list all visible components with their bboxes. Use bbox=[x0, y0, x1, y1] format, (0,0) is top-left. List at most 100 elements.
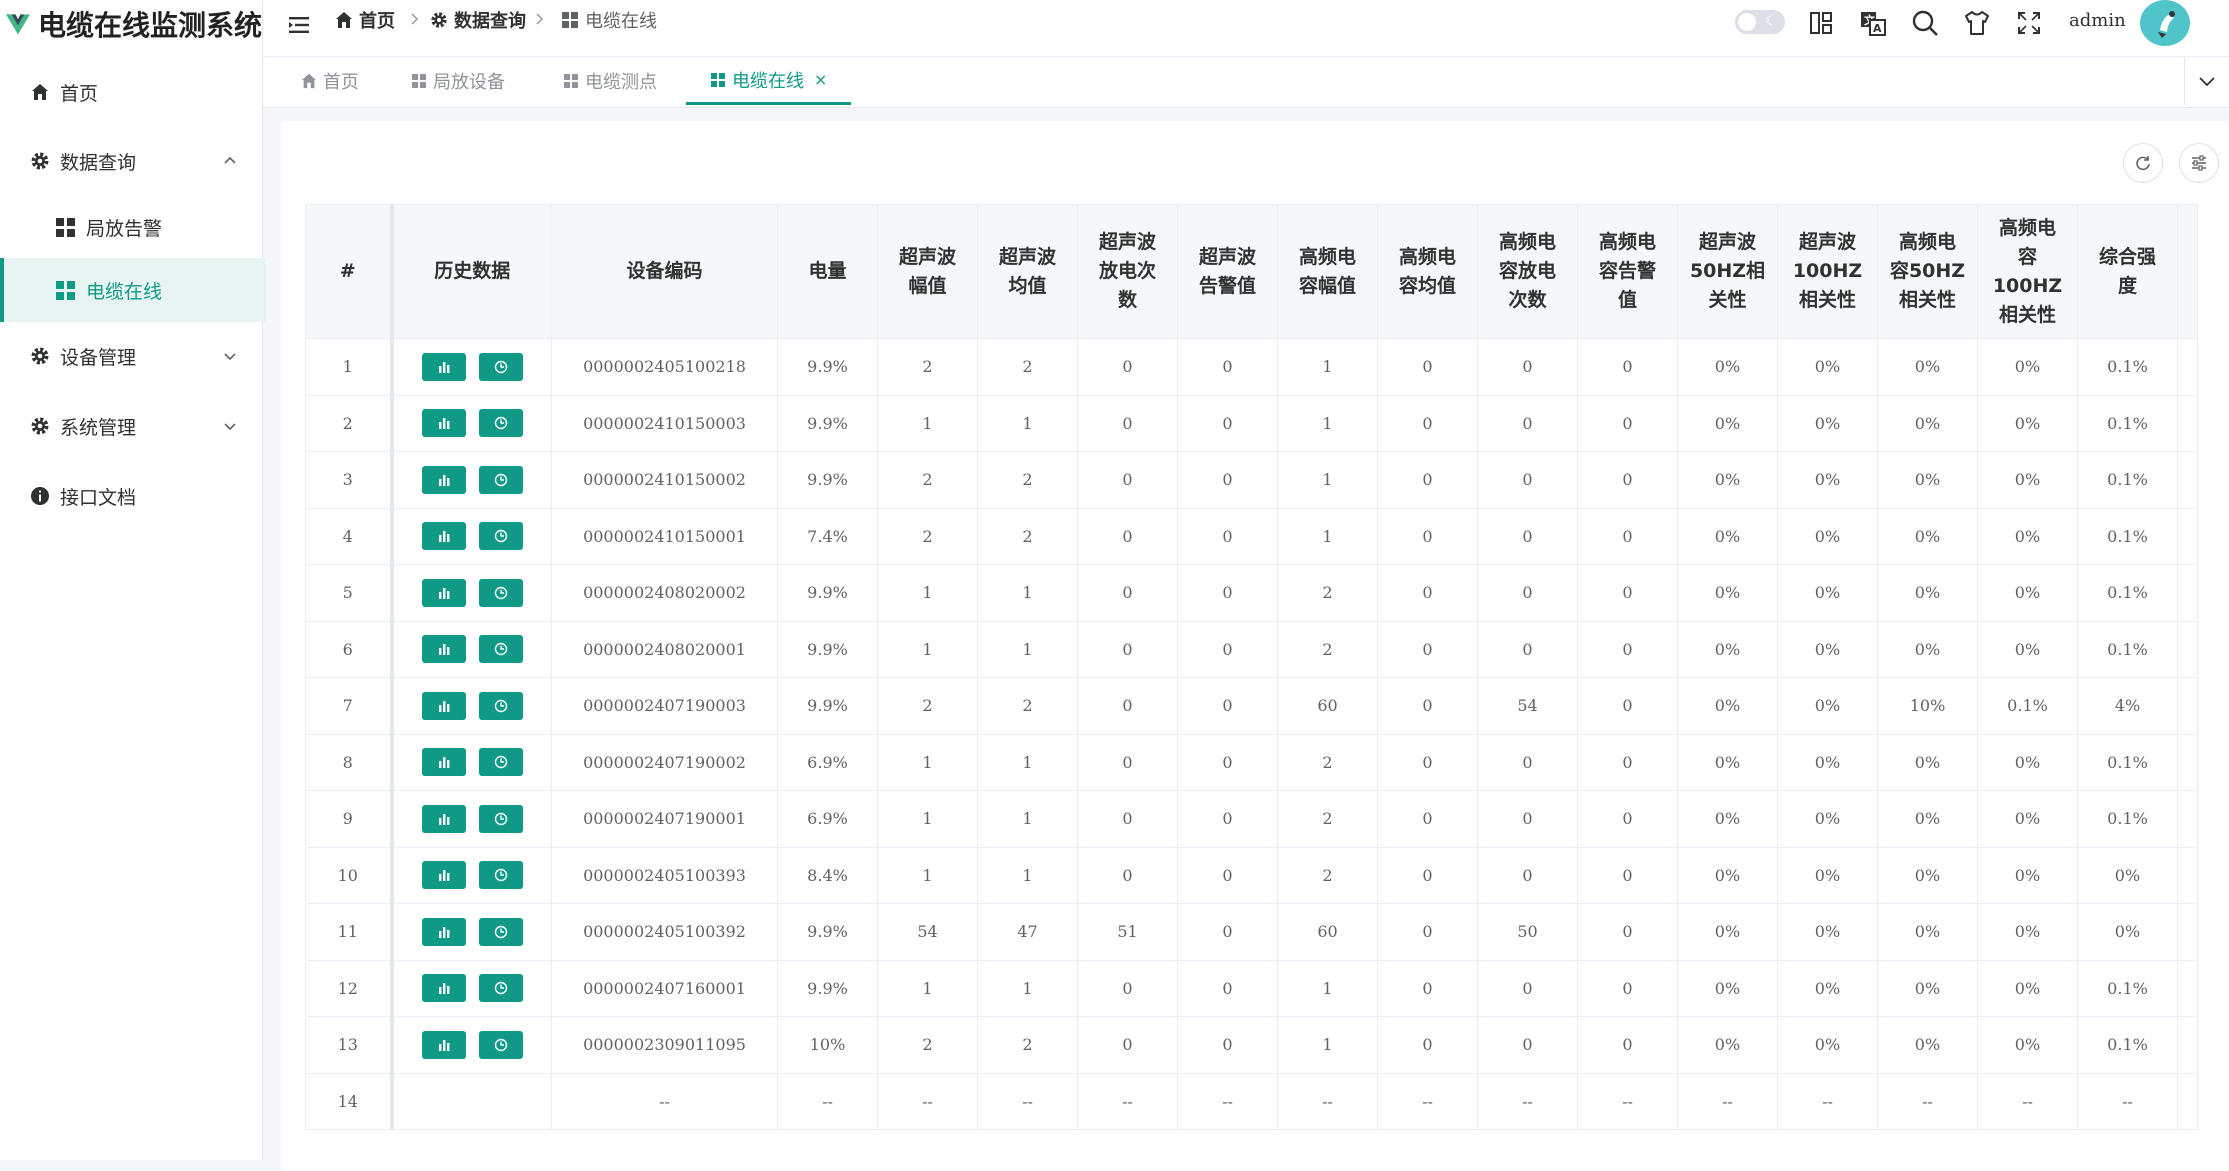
chart-button[interactable] bbox=[421, 974, 466, 1003]
chart-button[interactable] bbox=[421, 352, 466, 381]
close-icon[interactable]: × bbox=[814, 70, 827, 89]
table-cell: 1 bbox=[877, 846, 978, 904]
table-row: 13 0000002309011095 10% 2 2 0 0 1 0 0 0 0% 0% 0% 0% 0.1… bbox=[305, 1016, 2198, 1074]
table-cell: 0% bbox=[1977, 338, 2078, 396]
menu-fold-icon[interactable] bbox=[287, 13, 311, 37]
table-cell: 1 bbox=[1277, 338, 1378, 396]
history-button[interactable] bbox=[478, 635, 523, 664]
sidebar-item-home[interactable]: 首页 bbox=[0, 60, 262, 124]
translate-icon[interactable]: 文A bbox=[1858, 8, 1888, 38]
row-filler bbox=[2177, 903, 2198, 961]
row-filler bbox=[2177, 790, 2198, 848]
table-cell: 0% bbox=[1677, 733, 1778, 791]
chart-button[interactable] bbox=[421, 917, 466, 946]
chart-button[interactable] bbox=[421, 804, 466, 833]
table-cell: 0.1% bbox=[2077, 338, 2178, 396]
history-button[interactable] bbox=[478, 917, 523, 946]
refresh-button[interactable] bbox=[2123, 143, 2163, 183]
history-button[interactable] bbox=[478, 522, 523, 551]
bar-chart-icon bbox=[438, 813, 450, 825]
table-row: 7 0000002407190003 9.9% 2 2 0 0 60 0 54 0 0% 0% 10% 0.… bbox=[305, 677, 2198, 735]
chart-button[interactable] bbox=[421, 1030, 466, 1059]
history-button[interactable] bbox=[478, 748, 523, 777]
tab-cable-online[interactable]: 电缆在线 × bbox=[686, 57, 852, 105]
table-cell: 0 bbox=[1377, 733, 1478, 791]
table-cell: 0% bbox=[1877, 733, 1978, 791]
table-cell: 0% bbox=[1877, 903, 1978, 961]
chart-button[interactable] bbox=[421, 578, 466, 607]
gear-icon bbox=[30, 416, 50, 436]
chart-button[interactable] bbox=[421, 691, 466, 720]
history-button[interactable] bbox=[478, 691, 523, 720]
table-cell: 0 bbox=[1177, 507, 1278, 565]
history-button[interactable] bbox=[478, 409, 523, 438]
table-cell: 5 bbox=[305, 564, 394, 622]
table-cell: 0% bbox=[1677, 790, 1778, 848]
table-cell: 0 bbox=[1577, 790, 1678, 848]
row-filler bbox=[2177, 846, 2198, 904]
sidebar-item-device-mgmt[interactable]: 设备管理 bbox=[0, 324, 262, 388]
username[interactable]: admin bbox=[2069, 10, 2126, 31]
bar-chart-icon bbox=[438, 361, 450, 373]
tab-cable-point[interactable]: 电缆测点 bbox=[563, 57, 657, 105]
column-settings-button[interactable] bbox=[2179, 143, 2219, 183]
table-cell: -- bbox=[1377, 1072, 1478, 1130]
table-cell: 0 bbox=[1577, 733, 1678, 791]
sidebar-item-system-mgmt[interactable]: 系统管理 bbox=[0, 394, 262, 458]
table-cell: 0% bbox=[1677, 620, 1778, 678]
column-header: 历史数据 bbox=[391, 204, 552, 339]
breadcrumb-data-query[interactable]: 数据查询 bbox=[430, 8, 526, 32]
table-cell: 0 bbox=[1477, 1016, 1578, 1074]
tab-pd-device[interactable]: 局放设备 bbox=[411, 57, 505, 105]
home-icon bbox=[301, 73, 317, 89]
history-button[interactable] bbox=[478, 578, 523, 607]
table-cell: 0000002405100392 bbox=[551, 903, 778, 961]
table-cell: 0% bbox=[1777, 959, 1878, 1017]
home-icon bbox=[335, 11, 353, 29]
chart-button[interactable] bbox=[421, 409, 466, 438]
table-cell: 0 bbox=[1077, 1016, 1178, 1074]
table-cell: 0% bbox=[1877, 451, 1978, 509]
table-cell: 0 bbox=[1077, 677, 1178, 735]
table-row: 5 0000002408020002 9.9% 1 1 0 0 2 0 0 0 0% 0% 0% 0% 0.1… bbox=[305, 564, 2198, 622]
table-cell: 1 bbox=[1277, 451, 1378, 509]
breadcrumb-home[interactable]: 首页 bbox=[335, 8, 395, 32]
table-cell: 0 bbox=[1377, 338, 1478, 396]
table-cell: 1 bbox=[1277, 959, 1378, 1017]
history-actions-cell bbox=[391, 846, 552, 904]
chart-button[interactable] bbox=[421, 748, 466, 777]
grid-icon bbox=[563, 73, 579, 89]
table-cell: 9.9% bbox=[777, 394, 878, 452]
shirt-icon[interactable] bbox=[1962, 8, 1992, 38]
sidebar-item-cable-online[interactable]: 电缆在线 bbox=[0, 258, 266, 322]
chart-button[interactable] bbox=[421, 522, 466, 551]
tab-home[interactable]: 首页 bbox=[301, 57, 359, 105]
history-button[interactable] bbox=[478, 861, 523, 890]
row-filler bbox=[2177, 620, 2198, 678]
table-cell: 6.9% bbox=[777, 733, 878, 791]
tabs-dropdown[interactable] bbox=[2184, 57, 2229, 105]
grid-icon bbox=[55, 280, 75, 300]
sidebar-item-data-query[interactable]: 数据查询 bbox=[0, 129, 262, 193]
table-cell: 50 bbox=[1477, 903, 1578, 961]
column-settings-icon bbox=[2192, 155, 2206, 171]
history-button[interactable] bbox=[478, 1030, 523, 1059]
fullscreen-icon[interactable] bbox=[2014, 8, 2044, 38]
bar-chart-icon bbox=[438, 418, 450, 430]
column-header: 超声波 告警值 bbox=[1177, 204, 1278, 339]
table-cell: 0% bbox=[1777, 733, 1878, 791]
history-button[interactable] bbox=[478, 974, 523, 1003]
chart-button[interactable] bbox=[421, 465, 466, 494]
history-button[interactable] bbox=[478, 352, 523, 381]
chart-button[interactable] bbox=[421, 635, 466, 664]
table-cell: 0000002410150003 bbox=[551, 394, 778, 452]
theme-toggle[interactable]: ☾ bbox=[1735, 10, 1785, 34]
layout-icon[interactable] bbox=[1806, 8, 1836, 38]
avatar[interactable] bbox=[2140, 0, 2190, 46]
chart-button[interactable] bbox=[421, 861, 466, 890]
search-icon[interactable] bbox=[1910, 8, 1940, 38]
sidebar-item-pd-alarm[interactable]: 局放告警 bbox=[0, 195, 262, 259]
history-button[interactable] bbox=[478, 804, 523, 833]
sidebar-item-api-docs[interactable]: 接口文档 bbox=[0, 464, 262, 528]
history-button[interactable] bbox=[478, 465, 523, 494]
